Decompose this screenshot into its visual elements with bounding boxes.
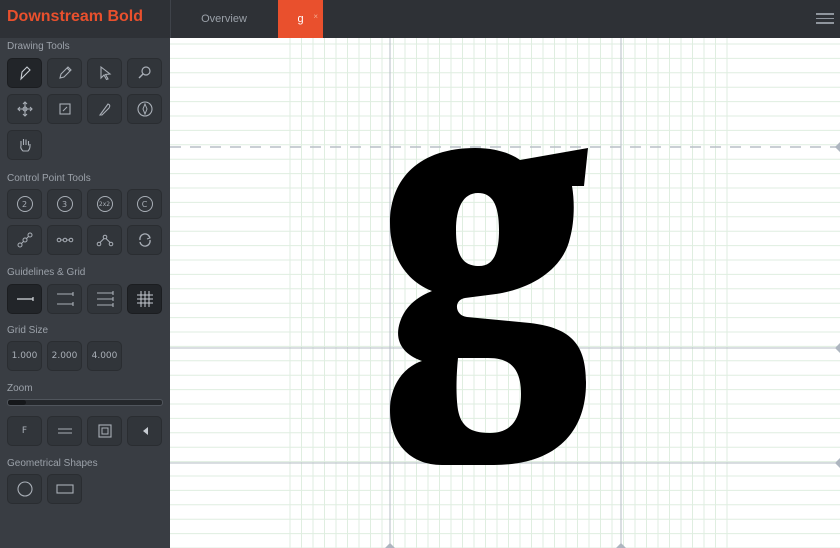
circle-shape-button[interactable] (7, 474, 42, 504)
control-point-c-button[interactable]: C (127, 189, 162, 219)
compass-icon (136, 101, 153, 117)
control-point-tools-label: Control Point Tools (7, 173, 91, 184)
rectangle-shape-icon (55, 484, 74, 494)
hamburger-menu-icon[interactable] (816, 13, 834, 25)
control-point-3-button[interactable]: 3 (47, 189, 82, 219)
pointer-arrow-icon (99, 65, 111, 81)
grid-size-2-value: 2.000 (51, 351, 78, 361)
grid-icon (136, 291, 153, 307)
guide-handle-ascender[interactable] (835, 142, 840, 152)
magnifier-icon (138, 66, 151, 79)
fit-width-button[interactable] (47, 416, 82, 446)
glyph-canvas[interactable] (170, 38, 840, 548)
control-point-2x2-button[interactable]: 2x2 (87, 189, 122, 219)
zoom-slider[interactable] (7, 399, 163, 406)
knife-tool-button[interactable] (87, 94, 122, 124)
grid-toggle-button[interactable] (127, 284, 162, 314)
move-tool-button[interactable] (7, 94, 42, 124)
grid-size-label: Grid Size (7, 325, 49, 336)
curve-point-tool-button[interactable] (7, 225, 42, 255)
fit-view-label: F (21, 426, 28, 436)
rectangle-shape-button[interactable] (47, 474, 82, 504)
line-point-tool-button[interactable] (47, 225, 82, 255)
hand-icon (19, 139, 31, 152)
fit-view-button[interactable]: F (7, 416, 42, 446)
pencil-tool-button[interactable] (47, 58, 82, 88)
guide-horizontal-button[interactable] (7, 284, 42, 314)
move-arrows-icon (16, 101, 33, 117)
tab-glyph-label: g (297, 13, 304, 25)
grid-size-4-value: 4.000 (91, 351, 118, 361)
diagonal-nodes-icon (17, 232, 32, 248)
pen-icon (19, 66, 31, 81)
guide-triple-button[interactable] (87, 284, 122, 314)
control-point-2-button[interactable]: 2 (7, 189, 42, 219)
circle-shape-icon (16, 481, 33, 497)
tool-sidebar: Drawing Tools Control Point Tools 2 3 2x… (0, 38, 170, 548)
reverse-direction-button[interactable] (127, 225, 162, 255)
pencil-icon (58, 66, 72, 79)
grid-size-1-value: 1.000 (11, 351, 38, 361)
zoom-slider-fill (8, 400, 27, 405)
magnify-tool-button[interactable] (127, 58, 162, 88)
app-title: Downstream Bold (7, 8, 144, 25)
arc-nodes-icon (96, 234, 113, 247)
double-guide-icon (56, 292, 74, 306)
zoom-label: Zoom (7, 383, 33, 394)
top-bar: Downstream Bold Overview g × (0, 0, 840, 38)
grid-size-1-button[interactable]: 1.000 (7, 341, 42, 371)
guidelines-grid-label: Guidelines & Grid (7, 267, 86, 278)
collapse-button[interactable] (127, 416, 162, 446)
hand-tool-button[interactable] (7, 130, 42, 160)
horizontal-nodes-icon (56, 237, 73, 243)
transform-box-icon (58, 103, 71, 115)
compass-tool-button[interactable] (127, 94, 162, 124)
grid-size-2-button[interactable]: 2.000 (47, 341, 82, 371)
select-tool-button[interactable] (87, 58, 122, 88)
knife-icon (98, 103, 110, 116)
guide-handle-right[interactable] (616, 543, 626, 548)
control-point-2-label: 2 (21, 199, 28, 209)
tab-overview-label: Overview (201, 13, 247, 25)
pen-tool-button[interactable] (7, 58, 42, 88)
fit-box-button[interactable] (87, 416, 122, 446)
glyph-g-outline[interactable] (390, 148, 588, 465)
guide-handle-descender[interactable] (835, 458, 840, 468)
drawing-tools-label: Drawing Tools (7, 41, 70, 52)
minor-grid (170, 38, 840, 548)
horizontal-guide-icon (16, 297, 34, 301)
frame-icon (97, 424, 112, 438)
glyph-editor-svg (170, 38, 840, 548)
refresh-cycle-icon (138, 233, 151, 247)
guidelines (170, 38, 840, 548)
tab-glyph-g[interactable]: g × (278, 0, 323, 38)
tab-close-icon[interactable]: × (313, 12, 318, 21)
control-point-3-label: 3 (61, 199, 68, 209)
triple-guide-icon (96, 291, 114, 307)
guide-handle-baseline[interactable] (835, 343, 840, 353)
control-point-2x2-label: 2x2 (98, 200, 111, 208)
transform-tool-button[interactable] (47, 94, 82, 124)
corner-point-tool-button[interactable] (87, 225, 122, 255)
tab-overview[interactable]: Overview (171, 0, 277, 38)
guide-double-button[interactable] (47, 284, 82, 314)
triangle-left-icon (142, 427, 148, 435)
fit-width-icon (57, 428, 72, 434)
control-point-c-label: C (141, 199, 148, 209)
geometrical-shapes-label: Geometrical Shapes (7, 458, 98, 469)
grid-size-4-button[interactable]: 4.000 (87, 341, 122, 371)
